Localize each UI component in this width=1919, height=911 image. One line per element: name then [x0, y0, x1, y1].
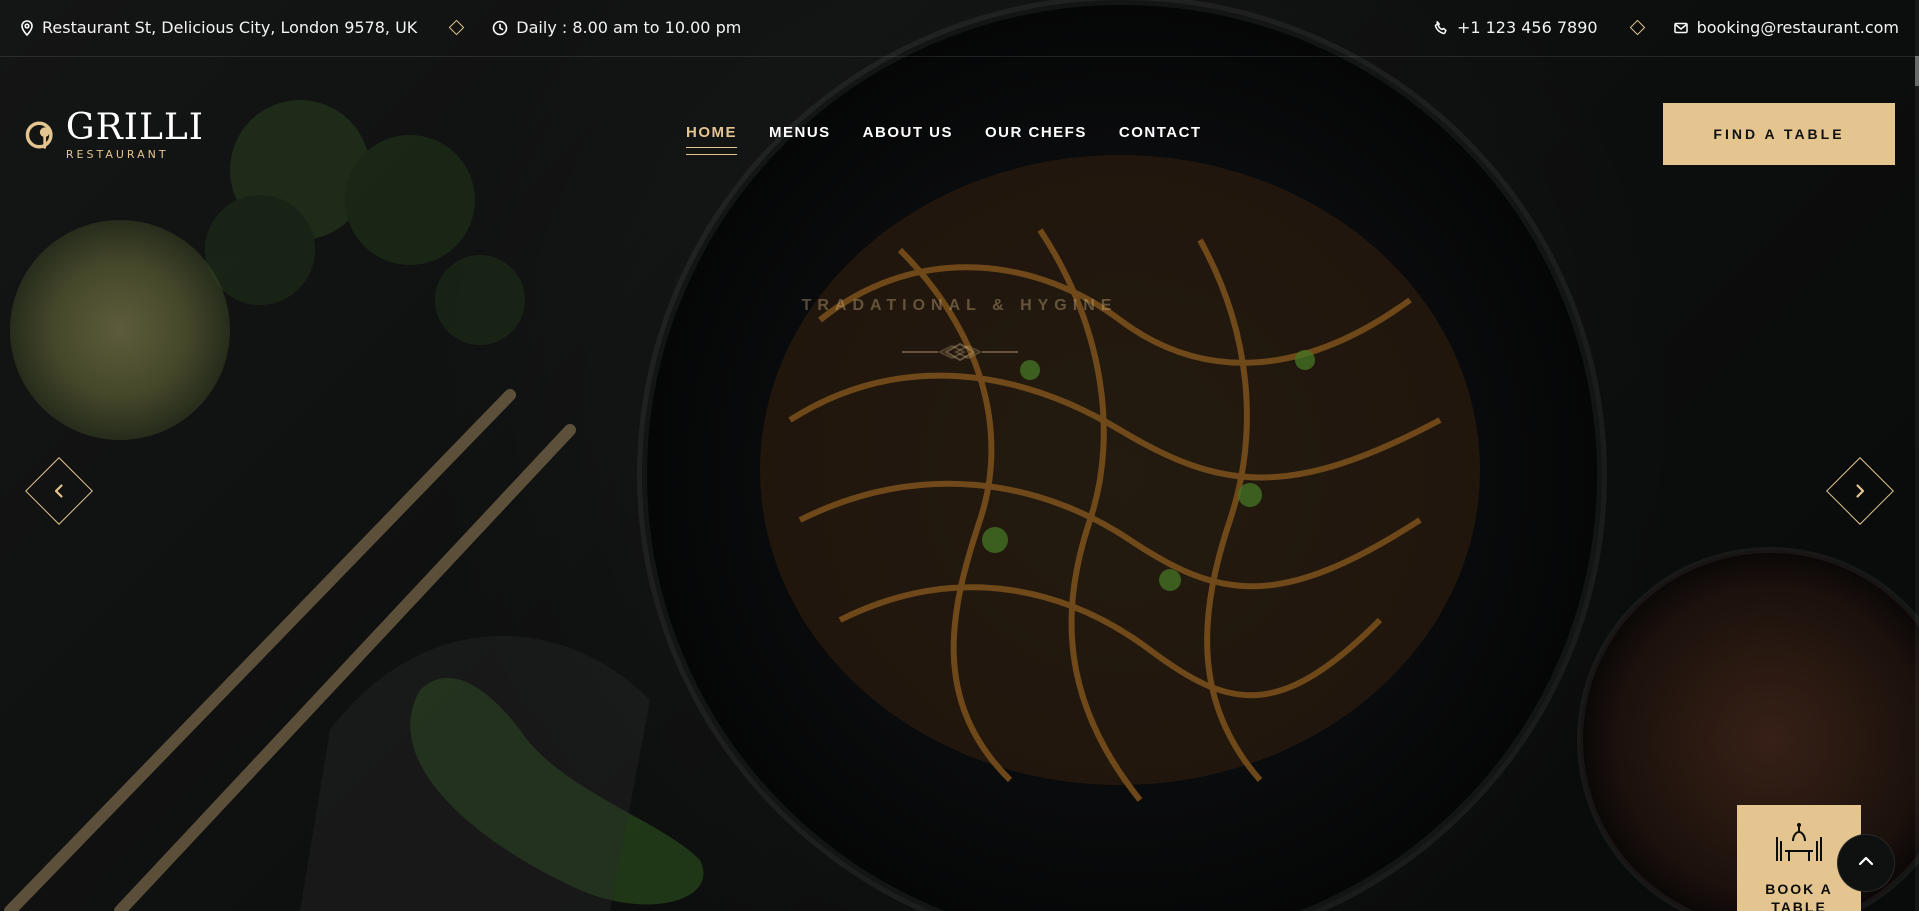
logo-text: GRILLI RESTAURANT: [65, 106, 204, 161]
clock-icon: [492, 20, 508, 36]
topbar-address: Restaurant St, Delicious City, London 95…: [20, 18, 417, 37]
phone-text[interactable]: +1 123 456 7890: [1457, 18, 1598, 37]
nav-item-about-us[interactable]: ABOUT US: [863, 124, 953, 141]
page-scrollbar-thumb[interactable]: [1915, 56, 1919, 86]
find-a-table-button[interactable]: FIND A TABLE: [1663, 103, 1895, 165]
topbar-hours: Daily : 8.00 am to 10.00 pm: [492, 18, 741, 37]
book-a-table-label: BOOK A TABLE: [1765, 881, 1833, 911]
lime-shape: [10, 220, 230, 440]
topbar-email[interactable]: booking@restaurant.com: [1673, 18, 1899, 37]
topbar: Restaurant St, Delicious City, London 95…: [0, 0, 1919, 57]
location-pin-icon: [20, 19, 34, 36]
address-text: Restaurant St, Delicious City, London 95…: [42, 18, 418, 37]
phone-icon: [1433, 20, 1449, 36]
topbar-phone[interactable]: +1 123 456 7890: [1433, 18, 1598, 37]
logo-mark-icon: [25, 121, 53, 149]
ornament-divider: [902, 342, 1018, 362]
chevron-up-icon: [1856, 852, 1876, 875]
scroll-to-top-button[interactable]: [1837, 834, 1895, 892]
cloth-shape: [300, 635, 650, 911]
hero-subtitle: TRADATIONAL & HYGINE: [801, 297, 1118, 314]
main-nav: HOME MENUS ABOUT US OUR CHEFS CONTACT: [686, 124, 1202, 155]
brand-logo[interactable]: GRILLI RESTAURANT: [24, 106, 204, 161]
brand-tagline: RESTAURANT: [65, 147, 169, 161]
nav-item-menus[interactable]: MENUS: [769, 124, 831, 141]
topbar-separator: [1629, 19, 1645, 36]
nav-item-our-chefs[interactable]: OUR CHEFS: [985, 124, 1087, 141]
nav-item-contact[interactable]: CONTACT: [1119, 124, 1202, 141]
hours-text: Daily : 8.00 am to 10.00 pm: [516, 18, 742, 37]
mail-icon: [1673, 20, 1689, 36]
brand-name: GRILLI: [65, 106, 204, 148]
page: Restaurant St, Delicious City, London 95…: [0, 0, 1919, 911]
topbar-separator: [449, 19, 465, 36]
email-text[interactable]: booking@restaurant.com: [1697, 18, 1899, 37]
chevron-left-icon: [36, 468, 82, 514]
chevron-right-icon: [1837, 468, 1883, 514]
topbar-left: Restaurant St, Delicious City, London 95…: [20, 18, 741, 37]
page-scrollbar[interactable]: [1915, 0, 1919, 911]
topbar-right: +1 123 456 7890 booking@restaurant.com: [1433, 18, 1899, 37]
nav-item-home[interactable]: HOME: [686, 124, 737, 155]
